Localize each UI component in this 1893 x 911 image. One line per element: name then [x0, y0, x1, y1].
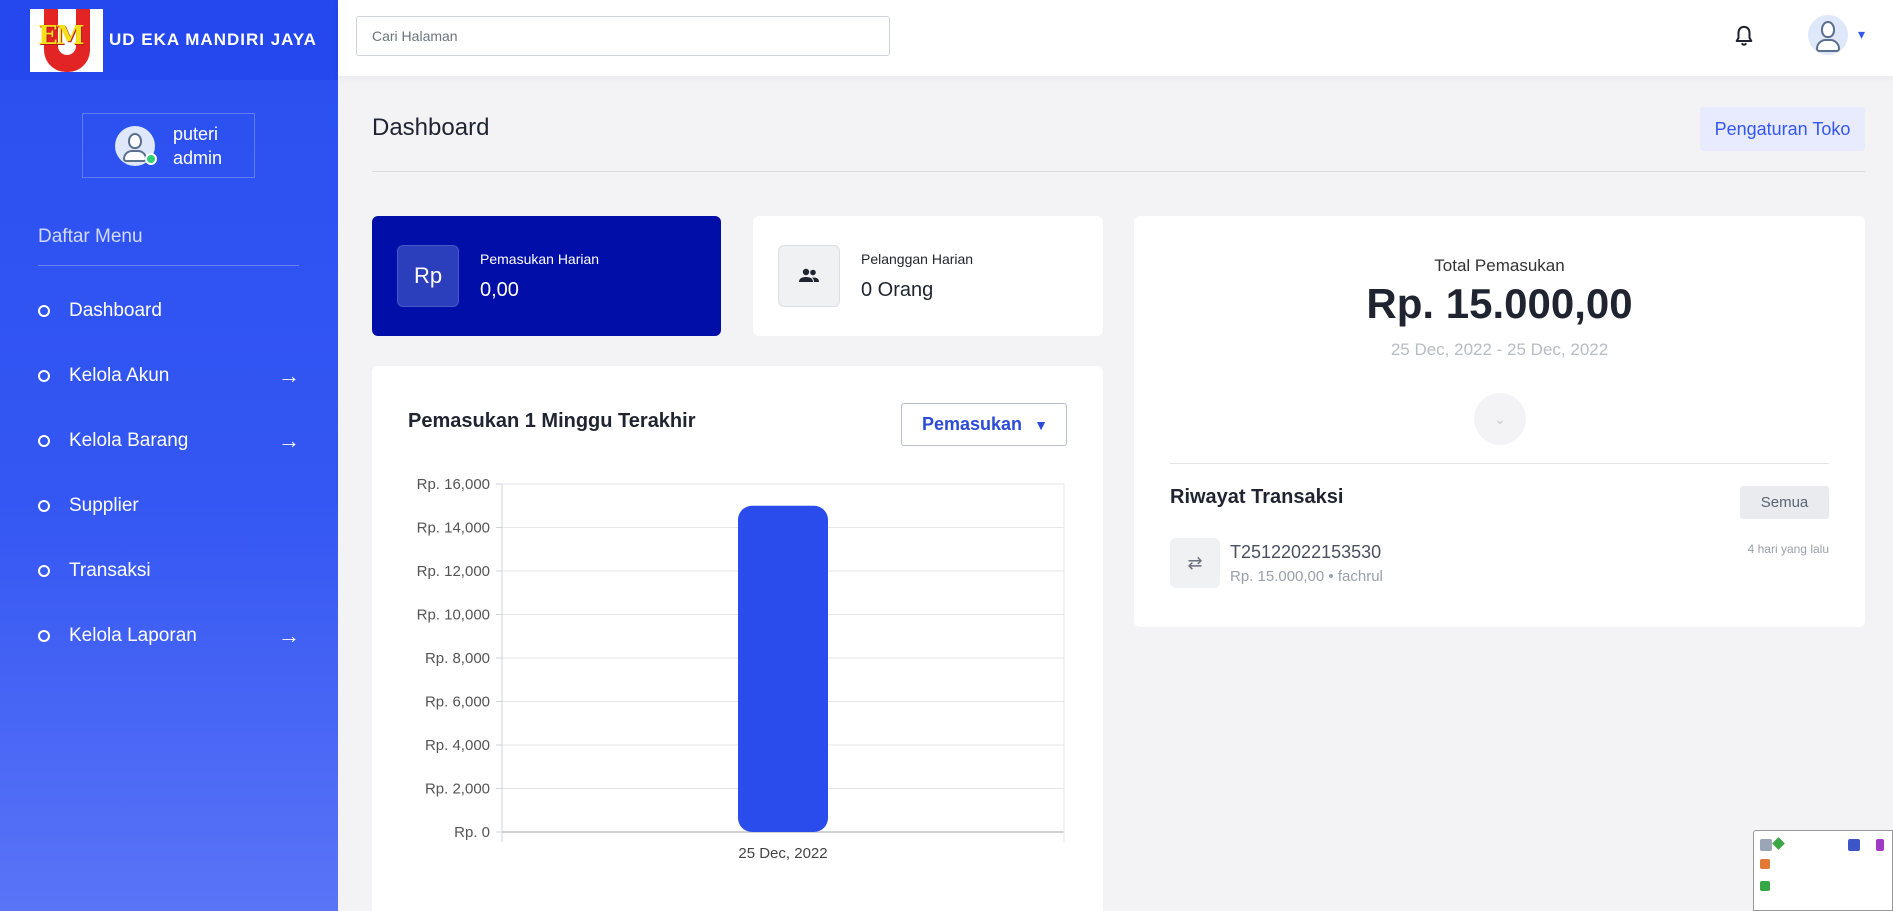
user-name: puteri [173, 123, 219, 144]
user-avatar [115, 125, 157, 166]
daily-income-label: Pemasukan Harian [480, 250, 600, 267]
search-input[interactable] [356, 16, 890, 56]
arrow-right-icon: → [278, 427, 300, 453]
chart-ytick-label: Rp. 6,000 [425, 694, 490, 711]
chevron-down-icon: ⌄ [1494, 410, 1506, 427]
widget-icon[interactable] [1876, 839, 1884, 851]
income-bar-chart: Rp. 0 Rp. 2,000 Rp. 4,000 Rp. 6,000 Rp. 8,00… [417, 476, 1065, 862]
arrow-right-icon: → [278, 622, 300, 648]
swap-arrows-icon: ⇄ [1170, 538, 1220, 588]
user-card[interactable]: puteri admin [82, 113, 255, 178]
daily-income-value: 0,00 [480, 278, 519, 301]
sidebar-item-transaksi[interactable]: Transaksi [38, 538, 300, 603]
rupiah-icon: Rp [397, 245, 459, 307]
sidebar-item-label: Supplier [69, 494, 139, 516]
brand[interactable]: EM UD EKA MANDIRI JAYA [0, 0, 338, 80]
circle-icon [38, 434, 50, 447]
widget-icon[interactable] [1760, 859, 1770, 869]
header-divider [372, 171, 1865, 172]
chevron-down-icon[interactable]: ▾ [1858, 26, 1865, 43]
chart-type-dropdown[interactable]: Pemasukan ▼ [901, 403, 1067, 446]
dropdown-value: Pemasukan [922, 414, 1023, 434]
topbar: ▾ [338, 0, 1893, 76]
brand-name: UD EKA MANDIRI JAYA [109, 30, 317, 49]
bell-icon[interactable] [1733, 24, 1755, 48]
daily-customers-value: 0 Orang [861, 278, 934, 301]
date-range: 25 Dec, 2022 - 25 Dec, 2022 [1390, 340, 1609, 359]
chart-ytick-label: Rp. 8,000 [425, 650, 490, 667]
menu-divider [38, 265, 299, 266]
sidebar-item-supplier[interactable]: Supplier [38, 473, 300, 538]
transaction-time: 4 hari yang lalu [1747, 542, 1829, 556]
view-all-button[interactable]: Semua [1740, 486, 1829, 519]
arrow-right-icon: → [278, 362, 300, 388]
circle-icon [38, 564, 50, 577]
store-settings-button[interactable]: Pengaturan Toko [1700, 107, 1865, 151]
widget-icon[interactable] [1848, 839, 1860, 851]
circle-icon [38, 369, 50, 382]
sidebar-item-kelola-barang[interactable]: Kelola Barang → [38, 408, 300, 473]
expand-chevron-button[interactable]: ⌄ [1474, 393, 1526, 445]
chart-ytick-label: Rp. 16,000 [417, 476, 490, 493]
chart-ytick-label: Rp. 12,000 [417, 563, 490, 580]
sidebar-item-label: Kelola Barang [69, 429, 189, 451]
sidebar: EM UD EKA MANDIRI JAYA puteri admin Daft… [0, 0, 338, 911]
daily-customers-label: Pelanggan Harian [861, 250, 974, 267]
sidebar-item-label: Transaksi [69, 559, 151, 581]
circle-icon [38, 499, 50, 512]
brand-logo: EM [30, 8, 103, 72]
weekly-income-chart-card: Rp. 0 Rp. 2,000 Rp. 4,000 Rp. 6,000 Rp. 8,00… [372, 366, 1103, 911]
sidebar-item-kelola-laporan[interactable]: Kelola Laporan → [38, 603, 300, 668]
transaction-meta: Rp. 15.000,00 • fachrul [1230, 568, 1383, 585]
chart-title: Pemasukan 1 Minggu Terakhir [408, 410, 696, 432]
daily-income-card: Rp Pemasukan Harian 0,00 [372, 216, 721, 336]
chart-ytick-label: Rp. 4,000 [425, 737, 490, 754]
floating-toolbar-widget[interactable] [1753, 830, 1893, 911]
circle-icon [38, 629, 50, 642]
sidebar-item-label: Kelola Laporan [69, 624, 197, 646]
widget-icon[interactable] [1760, 839, 1772, 851]
user-role: admin [173, 147, 223, 168]
widget-icon[interactable] [1760, 881, 1770, 891]
widget-icon[interactable] [1772, 837, 1785, 850]
menu-title: Daftar Menu [38, 226, 143, 247]
sidebar-item-kelola-akun[interactable]: Kelola Akun → [38, 343, 300, 408]
online-status-dot [145, 152, 157, 165]
chart-xtick-label: 25 Dec, 2022 [738, 845, 827, 862]
dot-separator: • [1328, 568, 1338, 585]
sidebar-item-label: Kelola Akun [69, 364, 170, 386]
chart-bar [738, 505, 828, 832]
sidebar-item-label: Dashboard [69, 299, 162, 321]
daily-customers-card: Pelanggan Harian 0 Orang [753, 216, 1103, 336]
transaction-id: T25122022153530 [1230, 542, 1382, 562]
chart-ytick-label: Rp. 10,000 [417, 607, 490, 624]
income-summary-card: Total Pemasukan Rp. 15.000,00 25 Dec, 20… [1134, 216, 1865, 627]
chart-ytick-label: Rp. 2,000 [425, 781, 490, 798]
sidebar-menu: Dashboard Kelola Akun → Kelola Barang → … [38, 278, 300, 668]
sidebar-item-dashboard[interactable]: Dashboard [38, 278, 300, 343]
transaction-amount: Rp. 15.000,00 [1230, 568, 1325, 585]
summary-divider [1170, 463, 1829, 464]
chevron-down-icon: ▼ [1034, 416, 1048, 433]
circle-icon [38, 304, 50, 317]
page-title: Dashboard [372, 114, 490, 141]
chart-ytick-label: Rp. 0 [454, 824, 490, 841]
transaction-history-title: Riwayat Transaksi [1170, 486, 1344, 508]
total-income-value: Rp. 15.000,00 [1366, 280, 1633, 327]
total-income-label: Total Pemasukan [1434, 256, 1565, 275]
chart-ytick-label: Rp. 14,000 [417, 520, 490, 537]
profile-avatar[interactable] [1808, 15, 1848, 55]
transaction-user: fachrul [1337, 568, 1383, 585]
users-icon [778, 245, 840, 307]
